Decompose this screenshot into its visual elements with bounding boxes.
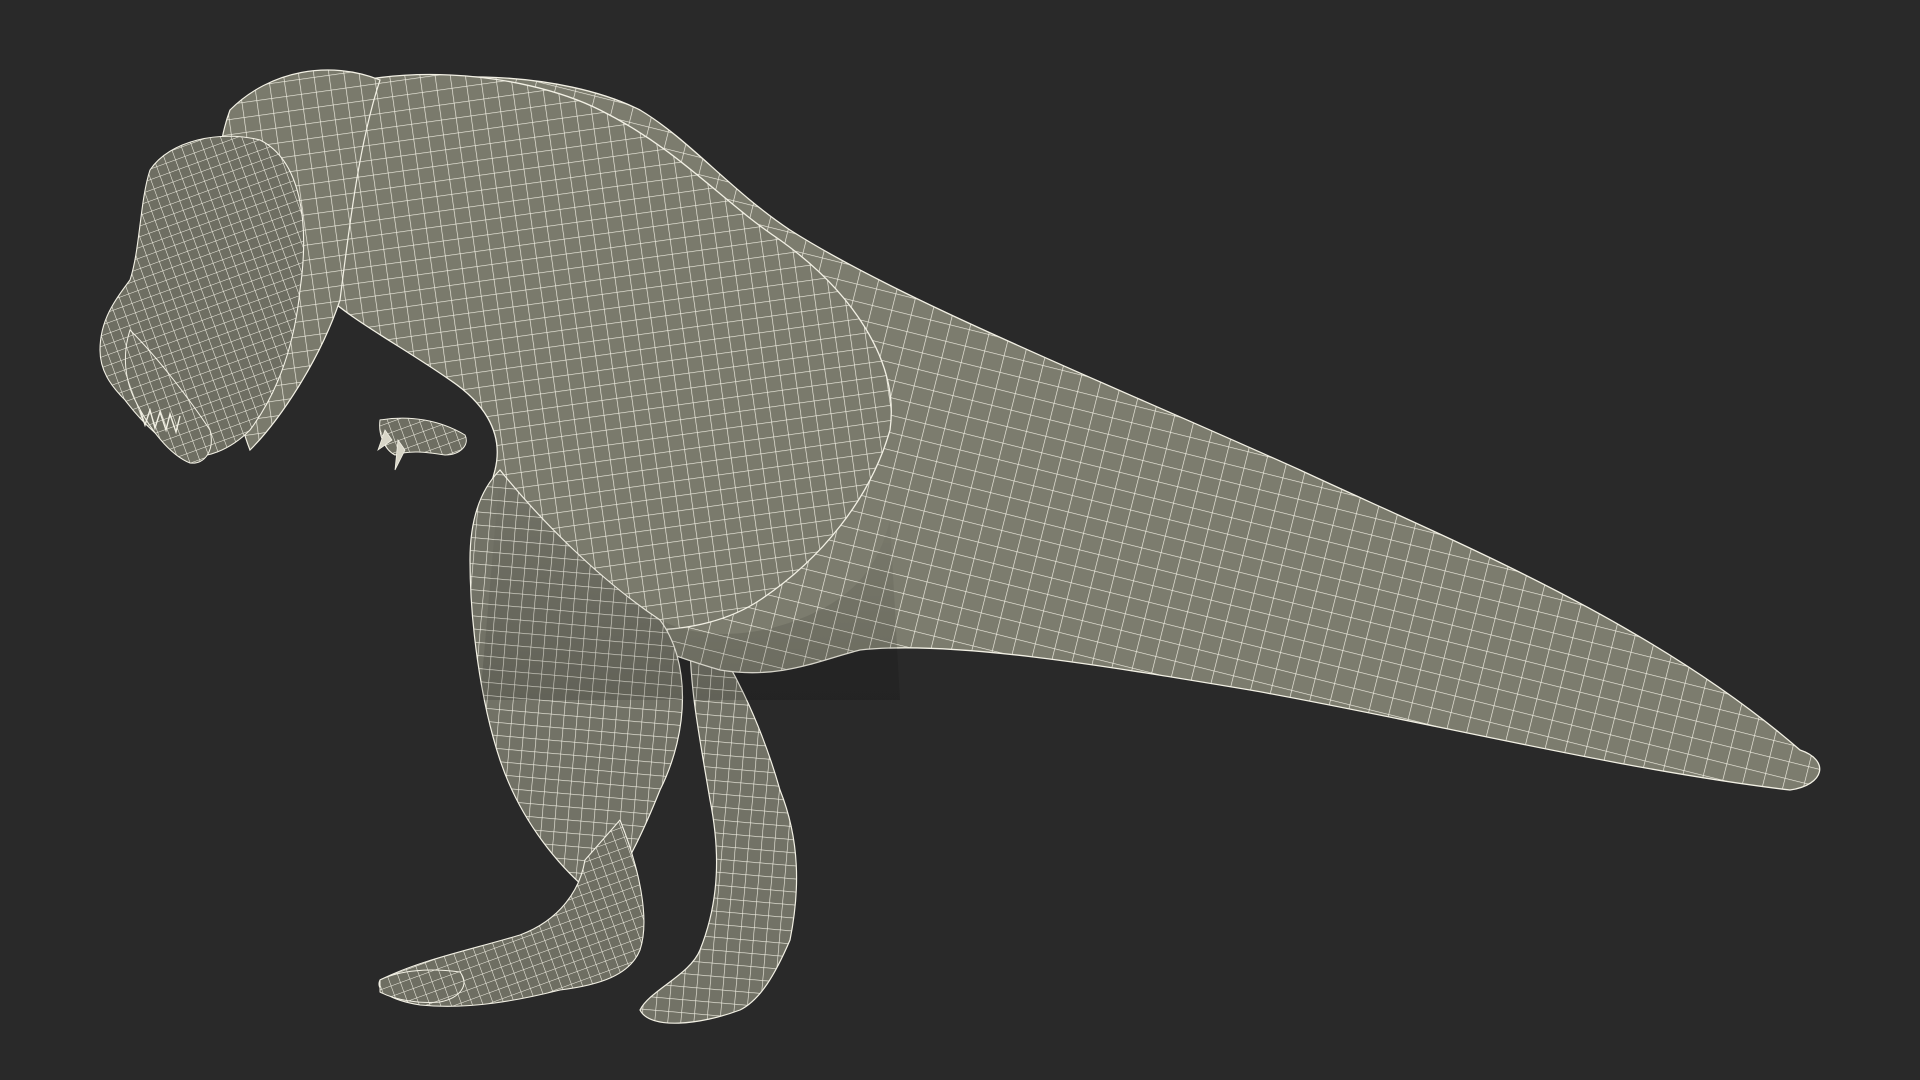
dinosaur-wireframe-render [99,69,1821,1024]
torso [295,73,892,631]
arm [379,417,467,456]
viewport [0,0,1920,1080]
near-toes [379,969,465,1003]
